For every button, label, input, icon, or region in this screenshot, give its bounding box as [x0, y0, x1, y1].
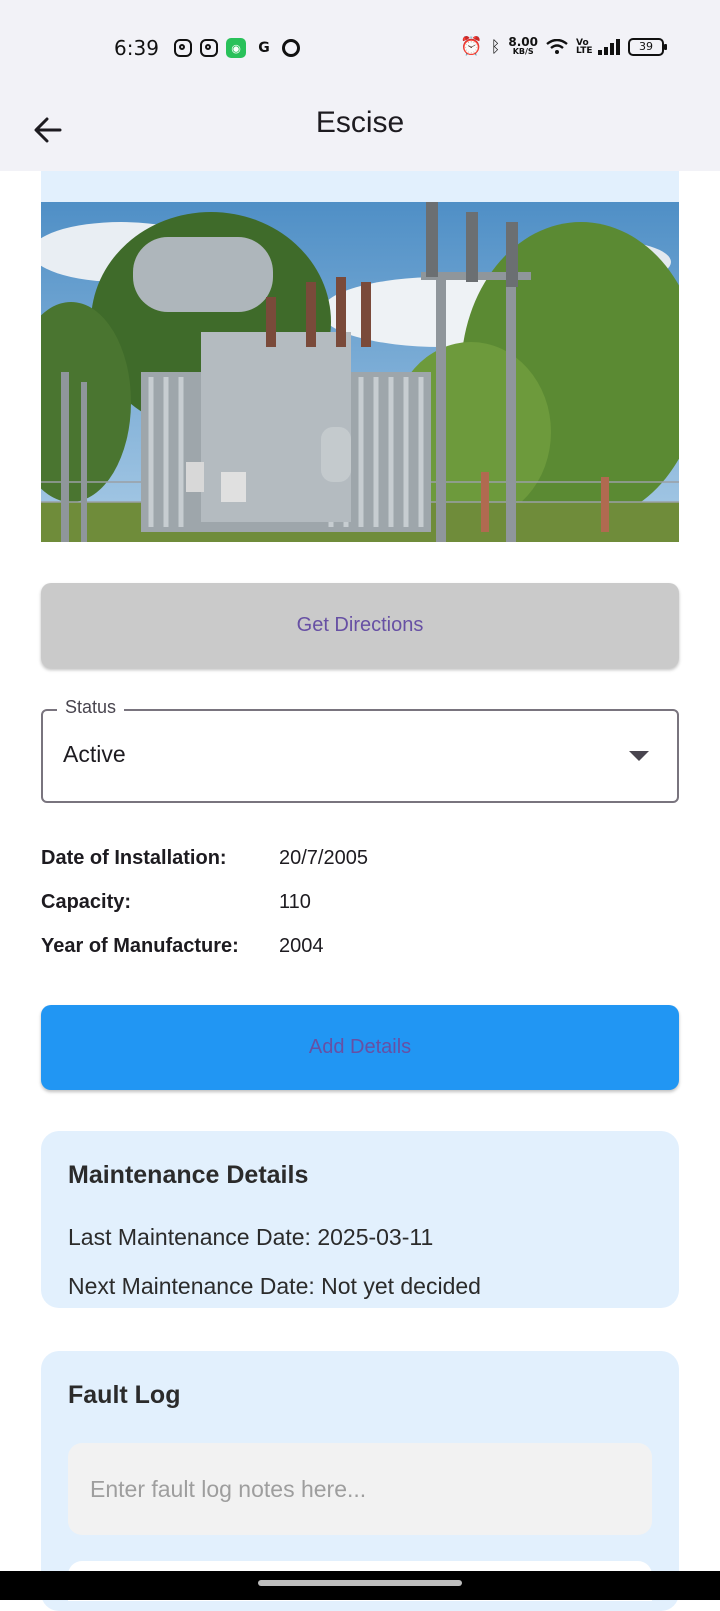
notification-icons: ◉ G: [174, 38, 300, 58]
instagram-icon: [174, 39, 192, 57]
system-navigation-bar: [0, 1571, 720, 1600]
google-icon: G: [258, 40, 270, 56]
get-directions-button[interactable]: Get Directions: [41, 583, 679, 668]
status-bar: 6:39 ◉ G ⏰ ᛒ 8.00 KB/S Vo LTE 39: [0, 0, 720, 96]
home-gesture-handle[interactable]: [258, 1580, 462, 1586]
battery-icon: 39: [628, 37, 667, 56]
app-bar: Escise: [0, 96, 720, 171]
network-speed: 8.00 KB/S: [508, 34, 538, 56]
wifi-icon: [546, 38, 568, 54]
detail-value: 2004: [279, 935, 324, 957]
detail-value: 110: [279, 891, 311, 913]
status-value: Active: [63, 741, 126, 767]
detail-label: Date of Installation:: [41, 847, 227, 869]
transformer-image: [41, 202, 679, 542]
status-dropdown[interactable]: Status Active: [41, 697, 679, 803]
fault-log-title: Fault Log: [68, 1381, 181, 1409]
fault-log-input[interactable]: [68, 1443, 652, 1535]
detail-label: Capacity:: [41, 891, 132, 913]
maintenance-card: Maintenance Details Last Maintenance Dat…: [41, 1131, 679, 1308]
signal-icon: [598, 38, 620, 55]
app-icon: ◉: [226, 38, 246, 58]
dropdown-arrow-icon: [629, 751, 649, 761]
alarm-icon: ⏰: [460, 36, 483, 57]
detail-label: Year of Manufacture:: [41, 935, 239, 957]
last-maintenance-date: Last Maintenance Date: 2025-03-11: [68, 1224, 434, 1250]
maintenance-title: Maintenance Details: [68, 1161, 309, 1189]
page-title: Escise: [315, 106, 405, 139]
status-time: 6:39: [114, 36, 159, 60]
chrome-icon: [282, 39, 300, 57]
system-icons: ⏰ ᛒ 8.00 KB/S Vo LTE 39: [460, 34, 667, 57]
add-details-button[interactable]: Add Details: [41, 1005, 679, 1090]
detail-value: 20/7/2005: [279, 847, 368, 869]
instagram-icon: [200, 39, 218, 57]
next-maintenance-date: Next Maintenance Date: Not yet decided: [68, 1273, 481, 1299]
volte-icon: Vo LTE: [576, 37, 593, 56]
image-header-strip: [41, 171, 679, 202]
status-label: Status: [57, 697, 125, 718]
bluetooth-icon: ᛒ: [490, 37, 501, 56]
